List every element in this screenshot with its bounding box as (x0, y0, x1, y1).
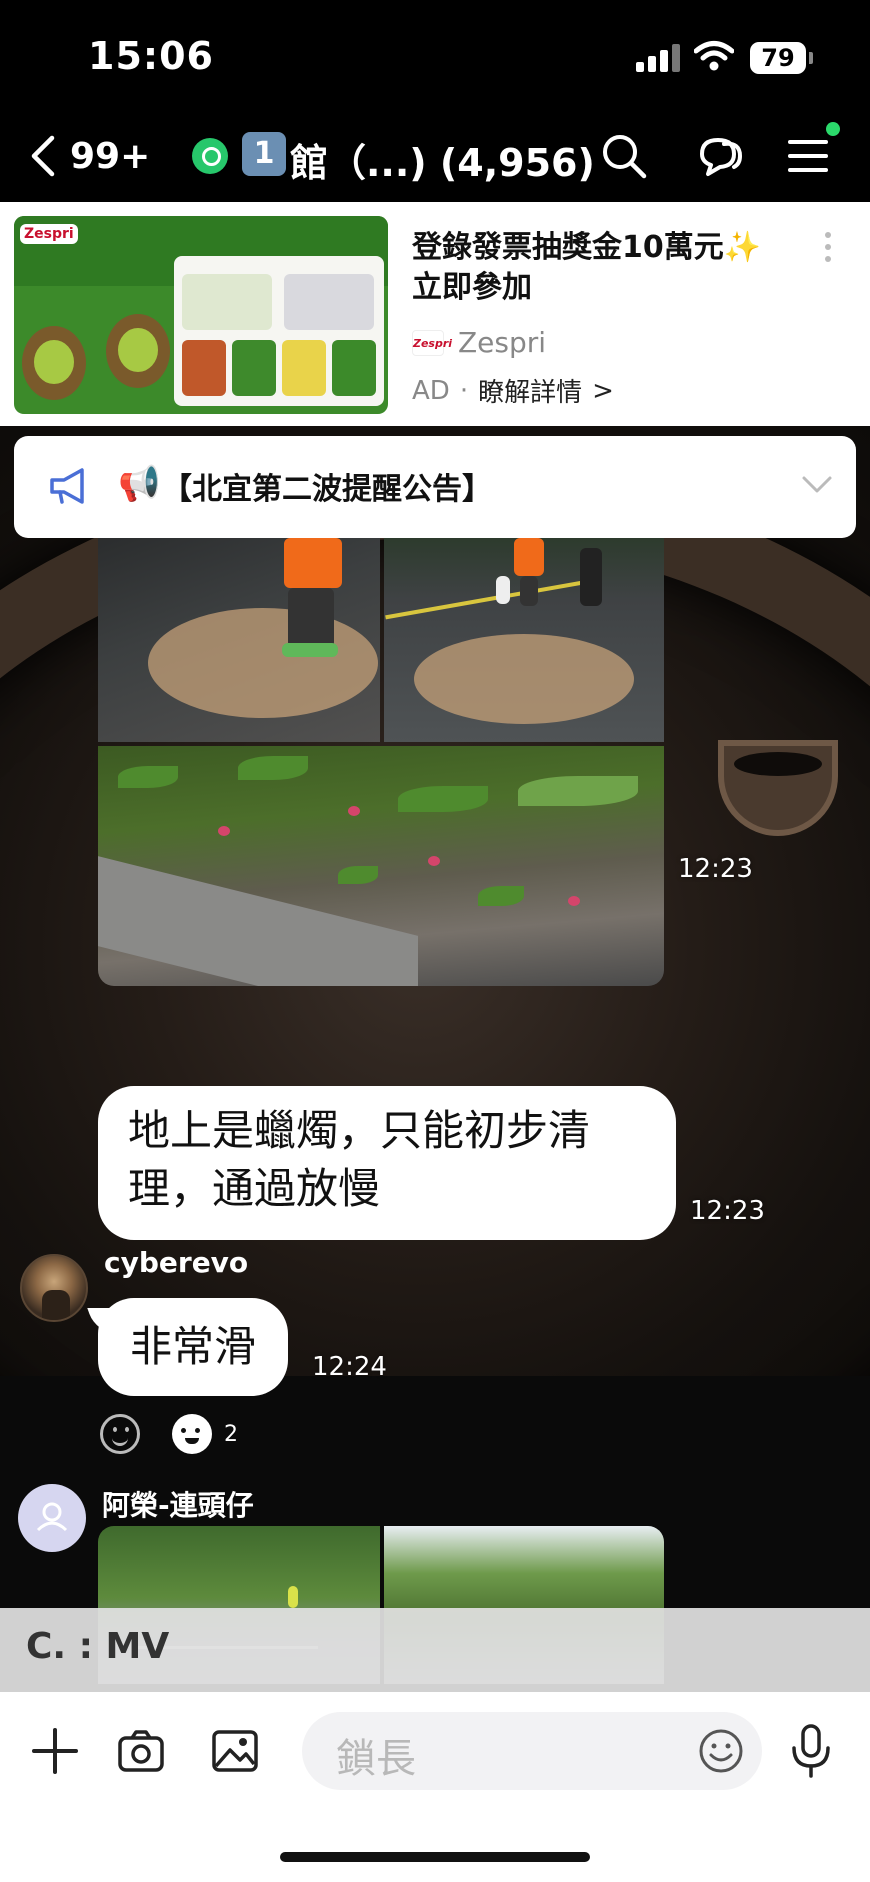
openchat-icon (192, 138, 228, 174)
photo-thumbnail[interactable] (98, 538, 380, 742)
ad-banner[interactable]: Zespri 登錄發票抽獎金10萬元✨ 立即參加 Zespri Zespri A… (0, 202, 870, 426)
emoji-icon[interactable] (696, 1726, 746, 1776)
ad-headline-text: 登錄發票抽獎金10萬元 (412, 230, 724, 265)
input-bar: 鎖長 (0, 1692, 870, 1882)
default-user-icon (36, 1502, 68, 1532)
message-text-line: 地上是蠟燭，只能初步清 (128, 1106, 591, 1155)
message-input-placeholder: 鎖長 (336, 1736, 416, 1782)
announcement-text: 【北宜第二波提醒公告】 (162, 472, 492, 507)
search-icon[interactable] (598, 130, 650, 182)
message-timestamp: 12:24 (312, 1352, 387, 1382)
menu-icon[interactable] (782, 130, 834, 182)
message-text: 非常滑 (130, 1322, 257, 1371)
chat-bubbles-icon[interactable] (694, 130, 746, 182)
message-timestamp: 12:23 (690, 1196, 765, 1226)
reaction-emoji-icon[interactable] (172, 1414, 212, 1454)
chat-title[interactable]: 館（...) (4,956) (290, 132, 595, 187)
back-button[interactable]: 99+ (28, 130, 150, 182)
status-bar: 15:06 79 (0, 0, 870, 110)
signal-icon (636, 44, 680, 72)
message-bubble[interactable]: 非常滑 (98, 1298, 289, 1396)
avatar[interactable] (18, 1484, 86, 1552)
chat-area[interactable]: 📢 【北宜第二波提醒公告】 12:23 地上是蠟燭，只能初步清 理，通過放慢 1… (0, 426, 870, 1684)
reaction-count: 2 (224, 1421, 238, 1447)
notification-dot (826, 122, 840, 136)
ad-separator: · (459, 375, 469, 406)
ad-more-options-icon[interactable] (824, 232, 832, 262)
ad-product-panel (174, 256, 384, 406)
message-text-line: 理，通過放慢 (128, 1164, 381, 1213)
chevron-down-icon[interactable] (800, 472, 834, 496)
kiwi-mascot (106, 314, 170, 388)
avatar[interactable] (20, 1254, 88, 1322)
message-bubble[interactable]: 地上是蠟燭，只能初步清 理，通過放慢 (98, 1086, 676, 1240)
message-timestamp: 12:23 (678, 854, 753, 884)
chevron-right-icon: > (592, 375, 614, 406)
quick-reply-label: C. : MV (26, 1626, 170, 1667)
ad-headline[interactable]: 登錄發票抽獎金10萬元✨ 立即參加 (412, 228, 812, 308)
ad-image-logo: Zespri (20, 224, 78, 244)
ad-headline-cta: 立即參加 (412, 270, 532, 305)
ad-label: AD (412, 375, 450, 406)
battery-level: 79 (750, 42, 806, 74)
sparkle-icon: ✨ (723, 230, 762, 265)
zespri-logo-icon: Zespri (412, 329, 452, 356)
reaction-row: 2 (100, 1414, 238, 1454)
ad-brand-row: Zespri Zespri (412, 326, 546, 359)
quick-reply-bar[interactable]: C. : MV (0, 1608, 870, 1692)
status-time: 15:06 (88, 34, 214, 78)
wifi-icon (694, 41, 734, 71)
chat-header: 99+ 1 館（...) (4,956) (0, 110, 870, 202)
ad-brand-name: Zespri (458, 326, 547, 359)
megaphone-icon (50, 468, 84, 504)
camera-icon[interactable] (116, 1726, 166, 1776)
ad-learn-more-link[interactable]: 瞭解詳情 (478, 372, 582, 409)
image-icon[interactable] (210, 1726, 260, 1776)
announcement-bar[interactable]: 📢 【北宜第二波提醒公告】 (14, 436, 856, 538)
sender-name: cyberevo (104, 1246, 249, 1279)
sender-name: 阿榮-連頭仔 (102, 1489, 254, 1522)
group-number-badge: 1 (242, 132, 286, 176)
photo-thumbnail[interactable] (98, 746, 664, 986)
unread-count: 99+ (70, 135, 151, 177)
back-arrow-icon (31, 135, 55, 177)
plus-icon[interactable] (30, 1726, 80, 1776)
kiwi-mascot (22, 326, 86, 400)
add-reaction-icon[interactable] (100, 1414, 140, 1454)
photo-thumbnail[interactable] (384, 538, 664, 742)
photo-grid-message[interactable] (98, 538, 664, 986)
message-input[interactable]: 鎖長 (302, 1712, 762, 1790)
megaphone-emoji: 📢 (118, 464, 161, 504)
ad-image[interactable]: Zespri (14, 216, 388, 414)
home-indicator (280, 1852, 590, 1862)
ad-tag-row: AD · 瞭解詳情 > (412, 372, 614, 409)
battery-tip (809, 52, 813, 64)
microphone-icon[interactable] (786, 1722, 836, 1778)
